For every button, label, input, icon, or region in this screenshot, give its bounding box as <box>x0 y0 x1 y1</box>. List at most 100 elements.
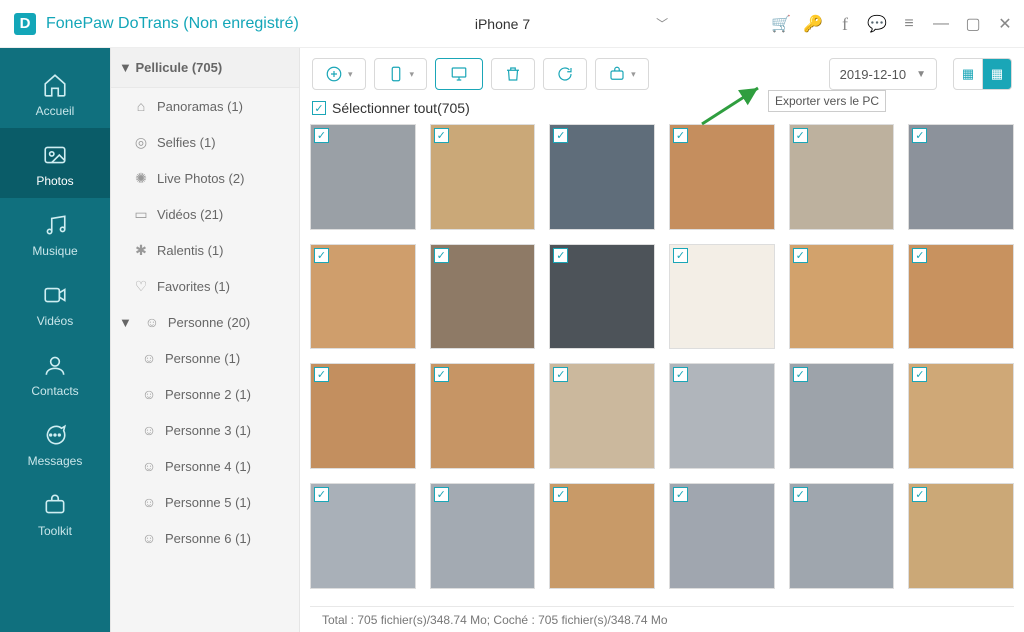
feedback-icon[interactable]: 💬 <box>868 15 886 33</box>
photo-thumbnail[interactable]: ✓ <box>549 363 655 469</box>
thumbnail-checkbox[interactable]: ✓ <box>314 367 329 382</box>
grid-small-icon[interactable]: ▦ <box>982 58 1012 90</box>
sidebar-item-photos[interactable]: Photos <box>0 128 110 198</box>
tree-item-person-5[interactable]: ☺Personne 5 (1) <box>111 484 299 520</box>
thumbnail-checkbox[interactable]: ✓ <box>673 487 688 502</box>
photo-thumbnail[interactable]: ✓ <box>789 483 895 589</box>
thumbnail-checkbox[interactable]: ✓ <box>553 367 568 382</box>
delete-button[interactable] <box>491 58 535 90</box>
panorama-icon: ⌂ <box>133 98 149 114</box>
tree-item-videos[interactable]: ▭Vidéos (21) <box>111 196 299 232</box>
tree-item-person-2[interactable]: ☺Personne 2 (1) <box>111 376 299 412</box>
thumbnail-checkbox[interactable]: ✓ <box>673 128 688 143</box>
thumbnail-checkbox[interactable]: ✓ <box>673 367 688 382</box>
thumbnail-checkbox[interactable]: ✓ <box>912 487 927 502</box>
sidebar-item-videos[interactable]: Vidéos <box>0 268 110 338</box>
export-to-device-button[interactable]: ▾ <box>374 58 428 90</box>
thumbnail-checkbox[interactable]: ✓ <box>434 487 449 502</box>
date-value: 2019-12-10 <box>840 67 907 82</box>
export-to-pc-button[interactable] <box>435 58 483 90</box>
photo-thumbnail[interactable]: ✓ <box>908 124 1014 230</box>
toolbox-icon <box>608 65 626 83</box>
photo-thumbnail[interactable]: ✓ <box>789 363 895 469</box>
refresh-button[interactable] <box>543 58 587 90</box>
tree-item-slowmo[interactable]: ✱Ralentis (1) <box>111 232 299 268</box>
device-name: iPhone 7 <box>475 16 530 32</box>
menu-icon[interactable]: ≡ <box>900 15 918 33</box>
thumbnail-checkbox[interactable]: ✓ <box>673 248 688 263</box>
photo-thumbnail[interactable]: ✓ <box>310 363 416 469</box>
key-icon[interactable]: 🔑 <box>804 15 822 33</box>
photo-grid: ✓ ✓ ✓ ✓ ✓ ✓ ✓ ✓ ✓ ✓ ✓ ✓ ✓ ✓ ✓ ✓ ✓ ✓ ✓ ✓ ✓ ✓ ✓ ✓ <box>300 120 1024 606</box>
photo-thumbnail[interactable]: ✓ <box>549 244 655 350</box>
photos-icon <box>42 142 68 168</box>
photo-thumbnail[interactable]: ✓ <box>310 244 416 350</box>
photo-thumbnail[interactable]: ✓ <box>549 124 655 230</box>
date-filter[interactable]: 2019-12-10 ▼ <box>829 58 937 90</box>
photo-thumbnail[interactable]: ✓ <box>908 483 1014 589</box>
photo-thumbnail[interactable]: ✓ <box>789 244 895 350</box>
thumbnail-checkbox[interactable]: ✓ <box>793 128 808 143</box>
tree-item-person-4[interactable]: ☺Personne 4 (1) <box>111 448 299 484</box>
facebook-icon[interactable]: f <box>836 15 854 33</box>
close-icon[interactable]: ✕ <box>996 15 1014 33</box>
thumbnail-checkbox[interactable]: ✓ <box>314 248 329 263</box>
thumbnail-checkbox[interactable]: ✓ <box>793 367 808 382</box>
tree-item-favorites[interactable]: ♡Favorites (1) <box>111 268 299 304</box>
thumbnail-checkbox[interactable]: ✓ <box>912 128 927 143</box>
photo-thumbnail[interactable]: ✓ <box>549 483 655 589</box>
photo-thumbnail[interactable]: ✓ <box>669 244 775 350</box>
view-toggle: ▦ ▦ <box>953 58 1012 90</box>
folder-tree: ▼ Pellicule (705) ⌂Panoramas (1) ◎Selfie… <box>110 48 300 632</box>
select-all-label: Sélectionner tout(705) <box>332 100 470 116</box>
rail-label: Vidéos <box>37 314 73 328</box>
sidebar-item-toolkit[interactable]: Toolkit <box>0 478 110 548</box>
sidebar-item-home[interactable]: Accueil <box>0 58 110 128</box>
thumbnail-checkbox[interactable]: ✓ <box>553 248 568 263</box>
sidebar-item-music[interactable]: Musique <box>0 198 110 268</box>
grid-large-icon[interactable]: ▦ <box>953 58 983 90</box>
sidebar-item-contacts[interactable]: Contacts <box>0 338 110 408</box>
thumbnail-checkbox[interactable]: ✓ <box>434 128 449 143</box>
tree-item-selfies[interactable]: ◎Selfies (1) <box>111 124 299 160</box>
tree-item-person-6[interactable]: ☺Personne 6 (1) <box>111 520 299 556</box>
photo-thumbnail[interactable]: ✓ <box>789 124 895 230</box>
photo-thumbnail[interactable]: ✓ <box>430 244 536 350</box>
thumbnail-checkbox[interactable]: ✓ <box>434 367 449 382</box>
thumbnail-checkbox[interactable]: ✓ <box>912 367 927 382</box>
select-all-checkbox[interactable]: ✓ <box>312 101 326 115</box>
minimize-icon[interactable]: — <box>932 15 950 33</box>
cart-icon[interactable]: 🛒 <box>772 15 790 33</box>
photo-thumbnail[interactable]: ✓ <box>669 124 775 230</box>
photo-thumbnail[interactable]: ✓ <box>430 483 536 589</box>
photo-thumbnail[interactable]: ✓ <box>430 124 536 230</box>
chevron-down-icon: ▾ <box>631 69 636 80</box>
photo-thumbnail[interactable]: ✓ <box>669 483 775 589</box>
thumbnail-checkbox[interactable]: ✓ <box>793 248 808 263</box>
tree-item-person-3[interactable]: ☺Personne 3 (1) <box>111 412 299 448</box>
thumbnail-checkbox[interactable]: ✓ <box>314 128 329 143</box>
tree-root-pellicule[interactable]: ▼ Pellicule (705) <box>111 48 299 88</box>
tree-item-person-1[interactable]: ☺Personne (1) <box>111 340 299 376</box>
photo-thumbnail[interactable]: ✓ <box>669 363 775 469</box>
photo-thumbnail[interactable]: ✓ <box>310 124 416 230</box>
photo-thumbnail[interactable]: ✓ <box>310 483 416 589</box>
photo-thumbnail[interactable]: ✓ <box>908 363 1014 469</box>
device-selector[interactable]: iPhone 7 ﹀ <box>469 15 668 32</box>
photo-thumbnail[interactable]: ✓ <box>908 244 1014 350</box>
photo-thumbnail[interactable]: ✓ <box>430 363 536 469</box>
thumbnail-checkbox[interactable]: ✓ <box>912 248 927 263</box>
tree-item-livephotos[interactable]: ✺Live Photos (2) <box>111 160 299 196</box>
thumbnail-checkbox[interactable]: ✓ <box>314 487 329 502</box>
sidebar-item-messages[interactable]: Messages <box>0 408 110 478</box>
thumbnail-checkbox[interactable]: ✓ <box>793 487 808 502</box>
tree-item-panoramas[interactable]: ⌂Panoramas (1) <box>111 88 299 124</box>
toolbox-button[interactable]: ▾ <box>595 58 649 90</box>
thumbnail-checkbox[interactable]: ✓ <box>434 248 449 263</box>
tree-item-people[interactable]: ▼ ☺Personne (20) <box>111 304 299 340</box>
thumbnail-checkbox[interactable]: ✓ <box>553 487 568 502</box>
select-all-row[interactable]: ✓ Sélectionner tout(705) <box>300 100 1024 120</box>
maximize-icon[interactable]: ▢ <box>964 15 982 33</box>
add-button[interactable]: ▾ <box>312 58 366 90</box>
thumbnail-checkbox[interactable]: ✓ <box>553 128 568 143</box>
